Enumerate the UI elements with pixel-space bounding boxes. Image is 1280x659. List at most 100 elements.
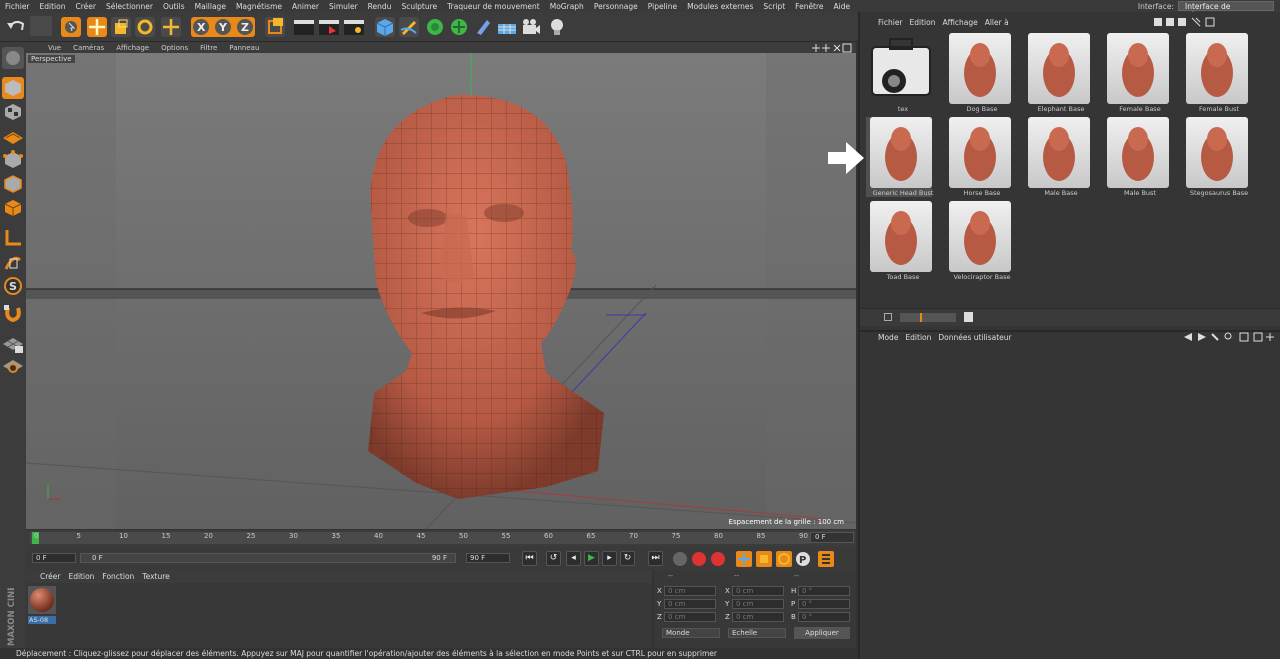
thumbnail-size-large-icon[interactable]	[964, 312, 973, 322]
apply-button[interactable]: Appliquer	[794, 627, 850, 639]
menu-modules[interactable]: Modules externes	[682, 2, 758, 11]
menu-script[interactable]: Script	[758, 2, 790, 11]
rotate-tool-icon[interactable]	[134, 16, 156, 38]
interface-dropdown[interactable]: Interface de démarrage	[1178, 1, 1274, 20]
menu-rendu[interactable]: Rendu	[363, 2, 397, 11]
magnet-icon[interactable]	[1, 302, 25, 326]
floor-icon[interactable]	[496, 16, 518, 38]
material-swatch[interactable]: AS-08	[28, 586, 56, 624]
content-item[interactable]: tex	[866, 33, 932, 113]
points-mode-icon[interactable]	[1, 148, 25, 172]
content-item[interactable]: Male Bust	[1103, 117, 1169, 197]
snap-icon[interactable]: S	[1, 274, 25, 298]
coord-scale-dropdown[interactable]: Echelle	[728, 628, 786, 638]
grid-lock-icon[interactable]	[1, 332, 25, 356]
coord-value-field[interactable]: 0 °	[798, 599, 850, 609]
viewport-menu-panneau[interactable]: Panneau	[223, 44, 265, 52]
menu-outils[interactable]: Outils	[158, 2, 190, 11]
next-frame-button[interactable]: ▸	[602, 551, 617, 566]
attr-menu-mode[interactable]: Mode	[874, 333, 901, 342]
content-item[interactable]: Horse Base	[945, 117, 1011, 197]
content-item[interactable]: Male Base	[1024, 117, 1090, 197]
cb-menu-affichage[interactable]: Affichage	[938, 18, 980, 27]
menu-mograph[interactable]: MoGraph	[545, 2, 589, 11]
content-browser-toolbar[interactable]	[1152, 17, 1280, 27]
menu-fenetre[interactable]: Fenêtre	[790, 2, 828, 11]
deformer-icon[interactable]	[472, 16, 494, 38]
content-item[interactable]: Female Base	[1103, 33, 1169, 113]
menu-animer[interactable]: Animer	[287, 2, 324, 11]
start-frame-field[interactable]: 0 F	[32, 553, 76, 563]
next-key-button[interactable]: ↻	[620, 551, 635, 566]
frame-range-slider[interactable]: 0 F 90 F	[80, 553, 456, 563]
current-frame-field[interactable]: 0 F	[810, 532, 854, 543]
material-menu-texture[interactable]: Texture	[138, 572, 173, 581]
coord-value-field[interactable]: 0 °	[798, 586, 850, 596]
subdivision-icon[interactable]	[424, 16, 446, 38]
prev-frame-button[interactable]: ◂	[566, 551, 581, 566]
attr-menu-edition[interactable]: Edition	[901, 333, 934, 342]
menu-sculpture[interactable]: Sculpture	[396, 2, 442, 11]
content-item[interactable]: Generic Head Bust	[866, 117, 933, 197]
coord-value-field[interactable]: 0 cm	[732, 586, 784, 596]
coord-value-field[interactable]: 0 cm	[732, 599, 784, 609]
menu-traqueur[interactable]: Traqueur de mouvement	[442, 2, 545, 11]
viewport-menu-vue[interactable]: Vue	[42, 44, 67, 52]
attributes-toolbar[interactable]	[1182, 332, 1280, 342]
array-icon[interactable]	[448, 16, 470, 38]
menu-pipeline[interactable]: Pipeline	[643, 2, 682, 11]
coord-value-field[interactable]: 0 cm	[664, 612, 716, 622]
cb-menu-edition[interactable]: Edition	[906, 18, 939, 27]
select-live-icon[interactable]	[60, 16, 82, 38]
light-icon[interactable]	[546, 16, 568, 38]
thumbnail-size-slider[interactable]	[900, 313, 956, 322]
attr-menu-donnees[interactable]: Données utilisateur	[934, 333, 1014, 342]
keyframe-icons[interactable]: P	[672, 550, 852, 568]
content-item[interactable]: Dog Base	[945, 33, 1011, 113]
scale-tool-icon[interactable]	[110, 16, 132, 38]
menu-creer[interactable]: Créer	[70, 2, 100, 11]
tweak-mode-icon[interactable]	[1, 250, 25, 274]
material-menu-creer[interactable]: Créer	[36, 572, 64, 581]
end-frame-field[interactable]: 90 F	[466, 553, 510, 563]
workplane-icon[interactable]	[1, 124, 25, 148]
make-editable-icon[interactable]	[1, 46, 25, 70]
viewport-canvas[interactable]: Perspective Espacement de la grille : 10…	[26, 53, 856, 529]
redo-icon[interactable]	[30, 16, 52, 36]
axis-lock-icons[interactable]: X Y Z	[190, 16, 256, 38]
viewport-menu-cameras[interactable]: Caméras	[67, 44, 110, 52]
content-item[interactable]: Velociraptor Base	[945, 201, 1011, 281]
viewport-menu-filtre[interactable]: Filtre	[194, 44, 223, 52]
undo-icon[interactable]	[4, 16, 28, 36]
coord-value-field[interactable]: 0 cm	[732, 612, 784, 622]
menu-selectionner[interactable]: Sélectionner	[101, 2, 158, 11]
thumbnail-size-small-icon[interactable]	[884, 313, 892, 321]
coordinate-system-icon[interactable]	[264, 16, 286, 38]
menu-edition[interactable]: Edition	[35, 2, 71, 11]
cb-menu-fichier[interactable]: Fichier	[874, 18, 906, 27]
play-button[interactable]: ▶	[584, 551, 599, 566]
model-mode-icon[interactable]	[1, 76, 25, 100]
cube-primitive-icon[interactable]	[374, 16, 396, 38]
coord-value-field[interactable]: 0 cm	[664, 599, 716, 609]
goto-end-button[interactable]: ⏭	[648, 551, 663, 566]
menu-aide[interactable]: Aide	[829, 2, 856, 11]
menu-maillage[interactable]: Maillage	[190, 2, 231, 11]
content-item[interactable]: Toad Base	[866, 201, 932, 281]
coord-value-field[interactable]: 0 °	[798, 612, 850, 622]
coord-mode-dropdown[interactable]: Monde	[662, 628, 720, 638]
viewport-menu-options[interactable]: Options	[155, 44, 194, 52]
render-icons[interactable]	[292, 16, 366, 38]
viewport-nav-icons[interactable]	[812, 43, 852, 53]
polygons-mode-icon[interactable]	[1, 196, 25, 220]
viewport-menu-affichage[interactable]: Affichage	[110, 44, 155, 52]
cb-menu-aller[interactable]: Aller à	[981, 18, 1012, 27]
move-tool-icon[interactable]	[86, 16, 108, 38]
camera-icon[interactable]	[520, 16, 542, 38]
content-item[interactable]: Female Bust	[1182, 33, 1248, 113]
recent-tool-icon[interactable]	[160, 16, 182, 38]
workplane-lock-icon[interactable]	[1, 354, 25, 378]
content-item[interactable]: Elephant Base	[1024, 33, 1090, 113]
edges-mode-icon[interactable]	[1, 172, 25, 196]
goto-start-button[interactable]: ⏮	[522, 551, 537, 566]
